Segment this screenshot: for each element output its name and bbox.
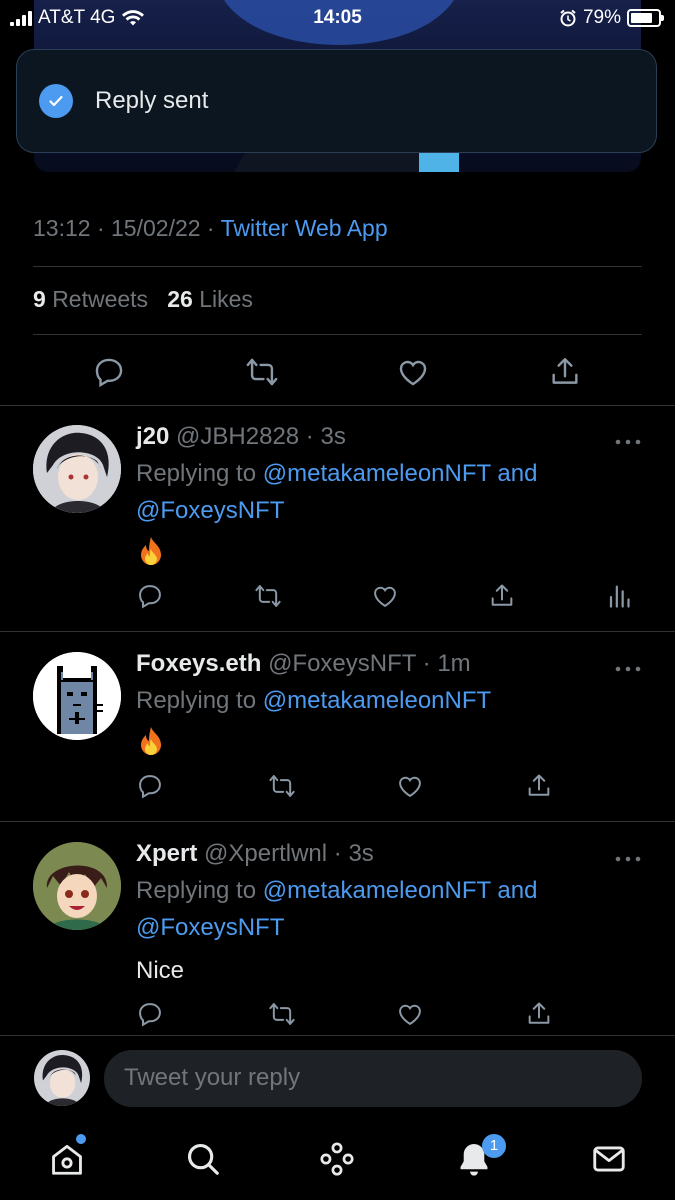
alarm-icon <box>559 9 577 27</box>
replying-to-label: Replying to <box>136 460 257 487</box>
replying-to-cont: @FoxeysNFT <box>136 497 284 525</box>
tweet-timestamp: 13:12 · 15/02/22 · Twitter Web App <box>33 215 388 241</box>
reply-icon[interactable] <box>92 355 126 389</box>
divider <box>33 266 642 267</box>
tweet-date: 15/02/22 <box>111 215 201 241</box>
notifications-badge: 1 <box>482 1134 506 1158</box>
reply-text: Nice <box>136 957 185 984</box>
handle[interactable]: @FoxeysNFT <box>268 650 416 677</box>
reply-icon[interactable] <box>136 772 164 800</box>
reply-age: 3s <box>348 840 374 867</box>
reply-input[interactable]: Tweet your reply <box>104 1050 642 1107</box>
search-icon[interactable] <box>184 1140 222 1178</box>
mention-link[interactable]: @metakameleonNFT <box>263 460 491 487</box>
analytics-icon[interactable] <box>604 582 632 610</box>
like-icon[interactable] <box>396 355 430 389</box>
avatar[interactable] <box>33 842 121 930</box>
spaces-icon[interactable] <box>318 1140 356 1178</box>
retweet-count: 9 <box>33 286 46 312</box>
and-label: and <box>497 877 538 904</box>
tweet-stats: 9 Retweets 26 Likes <box>33 286 253 313</box>
reply-item[interactable]: Xpert @Xpertlwnl · 3s Replying to @metak… <box>0 821 675 1035</box>
retweets-stat[interactable]: 9 Retweets <box>33 286 148 312</box>
and-label: and <box>497 460 538 487</box>
share-icon[interactable] <box>525 772 553 800</box>
handle[interactable]: @JBH2828 <box>176 423 299 450</box>
status-bar: AT&T 4G 14:05 79% <box>0 0 675 36</box>
avatar[interactable] <box>33 425 121 513</box>
toast-message: Reply sent <box>95 87 209 114</box>
display-name[interactable]: Xpert <box>136 840 197 867</box>
mention-link[interactable]: @FoxeysNFT <box>136 914 284 941</box>
flame-emoji <box>138 726 164 756</box>
reply-item[interactable]: j20 @JBH2828 · 3s Replying to @metakamel… <box>0 405 675 631</box>
reply-item[interactable]: Foxeys.eth @FoxeysNFT · 1m Replying to @… <box>0 631 675 821</box>
display-name[interactable]: Foxeys.eth <box>136 650 261 677</box>
reply-header: Xpert @Xpertlwnl · 3s <box>136 840 374 867</box>
retweet-icon[interactable] <box>254 582 282 610</box>
mention-link[interactable]: @metakameleonNFT <box>263 687 491 714</box>
battery-percent: 79% <box>582 7 621 28</box>
tweet-source-link[interactable]: Twitter Web App <box>221 215 388 241</box>
home-new-dot <box>76 1134 86 1144</box>
likes-label: Likes <box>199 286 253 312</box>
likes-stat[interactable]: 26 Likes <box>167 286 253 312</box>
divider <box>0 1035 675 1036</box>
retweet-icon[interactable] <box>268 772 296 800</box>
avatar[interactable] <box>33 652 121 740</box>
more-options-icon[interactable] <box>614 433 642 447</box>
reply-age: 1m <box>437 650 471 677</box>
retweets-label: Retweets <box>52 286 149 312</box>
divider <box>33 334 642 335</box>
like-count: 26 <box>167 286 193 312</box>
share-icon[interactable] <box>525 1000 553 1028</box>
flame-emoji <box>138 536 164 566</box>
retweet-icon[interactable] <box>268 1000 296 1028</box>
handle[interactable]: @Xpertlwnl <box>204 840 327 867</box>
like-icon[interactable] <box>371 582 399 610</box>
composer-avatar[interactable] <box>34 1050 90 1106</box>
home-icon[interactable] <box>48 1140 86 1178</box>
replying-to-cont: @FoxeysNFT <box>136 914 284 942</box>
replying-to: Replying to @metakameleonNFT and <box>136 460 537 488</box>
reply-icon[interactable] <box>136 1000 164 1028</box>
tweet-time: 13:12 <box>33 215 91 241</box>
reply-header: j20 @JBH2828 · 3s <box>136 423 346 450</box>
messages-icon[interactable] <box>590 1140 628 1178</box>
like-icon[interactable] <box>396 772 424 800</box>
retweet-icon[interactable] <box>245 355 279 389</box>
replying-to: Replying to @metakameleonNFT <box>136 687 491 715</box>
mention-link[interactable]: @metakameleonNFT <box>263 877 491 904</box>
reply-sent-toast[interactable]: Reply sent <box>16 49 657 153</box>
replying-to-label: Replying to <box>136 687 257 714</box>
display-name[interactable]: j20 <box>136 423 169 450</box>
reply-header: Foxeys.eth @FoxeysNFT · 1m <box>136 650 471 677</box>
replying-to: Replying to @metakameleonNFT and <box>136 877 537 905</box>
reply-age: 3s <box>320 423 346 450</box>
reply-icon[interactable] <box>136 582 164 610</box>
share-icon[interactable] <box>488 582 516 610</box>
battery-icon <box>627 9 664 27</box>
replying-to-label: Replying to <box>136 877 257 904</box>
check-circle-icon <box>39 84 73 118</box>
more-options-icon[interactable] <box>614 660 642 674</box>
mention-link[interactable]: @FoxeysNFT <box>136 497 284 524</box>
like-icon[interactable] <box>396 1000 424 1028</box>
more-options-icon[interactable] <box>614 850 642 864</box>
share-icon[interactable] <box>548 355 582 389</box>
